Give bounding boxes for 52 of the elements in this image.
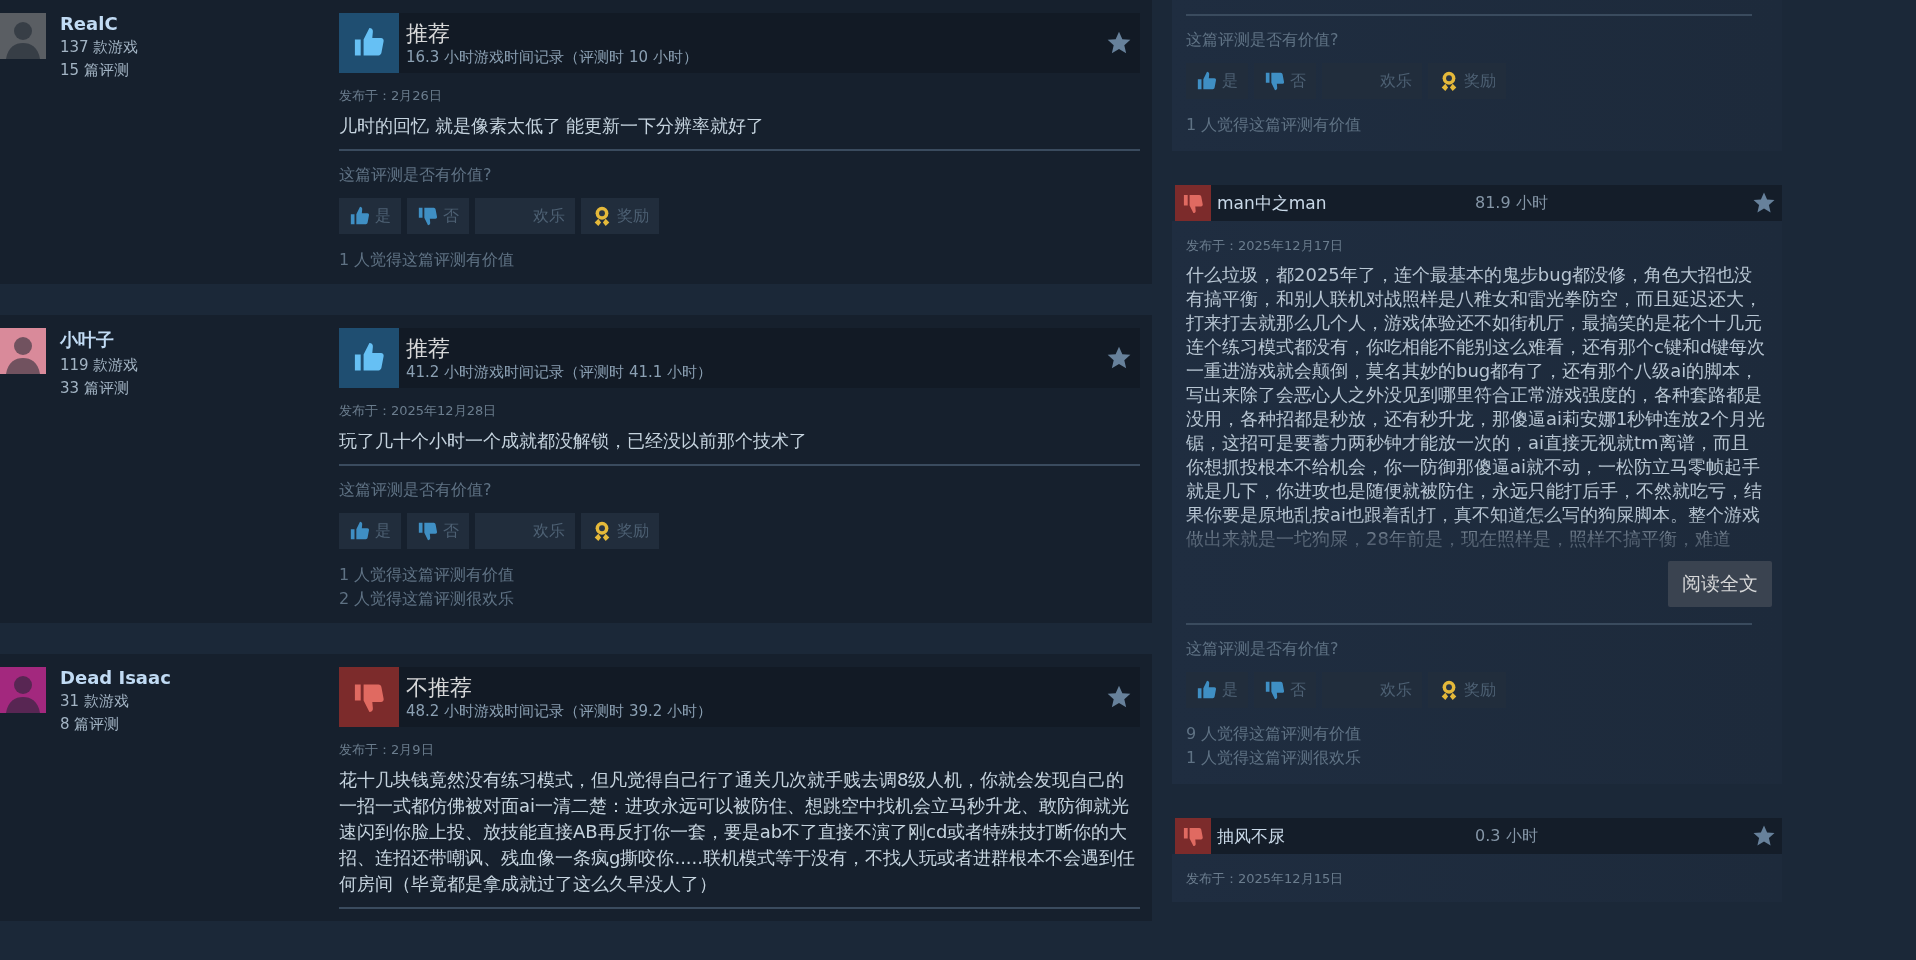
thumbs-down-icon	[417, 520, 439, 542]
thumbs-up-icon	[349, 205, 371, 227]
review-text: 花十几块钱竟然没有练习模式，但凡觉得自己行了通关几次就手贱去调8级人机，你就会发现自己的一招一式都仿佛被对面ai一清二楚：进攻永远可以被防住、想跳空中找机会立马秒升龙、敢防御就光速闪到你脸上投、放技能直接AB再反打你一套，要是ab不了直接不演了刚cd或者特殊技打断你的大招、连招还带嘲讽、残血像一条疯g撕咬你.....联机模式等于没有，不找人玩或者进群根本不会遇到任何房间（毕竟都是拿成就过了这么久早没人了）	[339, 768, 1137, 896]
helpful-question: 这篇评测是否有价值?	[1186, 639, 1340, 660]
posted-date: 发布于：2025年12月17日	[1186, 237, 1345, 255]
avatar[interactable]	[0, 328, 46, 374]
playtime-text: 0.3 小时	[1475, 825, 1539, 847]
verdict-title: 推荐	[406, 19, 451, 48]
playtime-text: 48.2 小时游戏时间记录（评测时 39.2 小时）	[406, 701, 714, 721]
star-icon[interactable]	[1106, 684, 1132, 710]
playtime-text: 41.2 小时游戏时间记录（评测时 41.1 小时）	[406, 362, 714, 382]
helpful-question: 这篇评测是否有价值?	[339, 165, 493, 186]
user-name[interactable]: 抽风不尿	[1217, 824, 1475, 848]
thumbs-up-icon	[1196, 70, 1218, 92]
posted-date: 发布于：2025年12月15日	[1186, 870, 1345, 888]
games-count[interactable]: 137 款游戏	[60, 38, 139, 57]
posted-date: 发布于：2月26日	[339, 87, 443, 105]
helpful-question: 这篇评测是否有价值?	[1186, 30, 1340, 51]
reviews-count[interactable]: 33 篇评测	[60, 379, 139, 398]
verdict-title: 推荐	[406, 334, 451, 363]
star-icon[interactable]	[1106, 345, 1132, 371]
helpful-count: 2 人觉得这篇评测很欢乐	[339, 588, 516, 610]
helpful-count: 1 人觉得这篇评测有价值	[1186, 114, 1363, 136]
reviews-count[interactable]: 15 篇评测	[60, 61, 139, 80]
review-text: 儿时的回忆 就是像素太低了 能更新一下分辨率就好了	[339, 114, 766, 138]
user-name[interactable]: Dead Isaac	[60, 667, 171, 688]
read-more-button[interactable]: 阅读全文	[1668, 561, 1772, 607]
star-icon[interactable]	[1752, 824, 1776, 848]
user-name[interactable]: man中之man	[1217, 191, 1475, 215]
helpful-question: 这篇评测是否有价值?	[339, 480, 493, 501]
thumbs-up-icon	[349, 520, 371, 542]
review-text: 玩了几十个小时一个成就都没解锁，已经没以前那个技术了	[339, 429, 808, 453]
thumbs-down-icon	[1264, 679, 1286, 701]
helpful-count: 1 人觉得这篇评测有价值	[339, 249, 516, 271]
thumbs-up-icon	[1196, 679, 1218, 701]
thumbs-down-icon	[417, 205, 439, 227]
helpful-count: 9 人觉得这篇评测有价值	[1186, 723, 1363, 745]
helpful-count: 1 人觉得这篇评测有价值	[339, 564, 516, 586]
star-icon[interactable]	[1106, 30, 1132, 56]
verdict-title: 不推荐	[406, 673, 473, 702]
playtime-text: 81.9 小时	[1475, 192, 1549, 214]
games-count[interactable]: 119 款游戏	[60, 356, 139, 375]
playtime-text: 16.3 小时游戏时间记录（评测时 10 小时）	[406, 47, 699, 67]
reviews-count[interactable]: 8 篇评测	[60, 715, 171, 734]
user-name[interactable]: RealC	[60, 13, 139, 34]
thumbs-down-icon	[1264, 70, 1286, 92]
posted-date: 发布于：2月9日	[339, 741, 435, 759]
star-icon[interactable]	[1752, 191, 1776, 215]
posted-date: 发布于：2025年12月28日	[339, 402, 498, 420]
helpful-count: 1 人觉得这篇评测很欢乐	[1186, 747, 1363, 769]
user-name[interactable]: 小叶子	[60, 328, 139, 352]
games-count[interactable]: 31 款游戏	[60, 692, 171, 711]
